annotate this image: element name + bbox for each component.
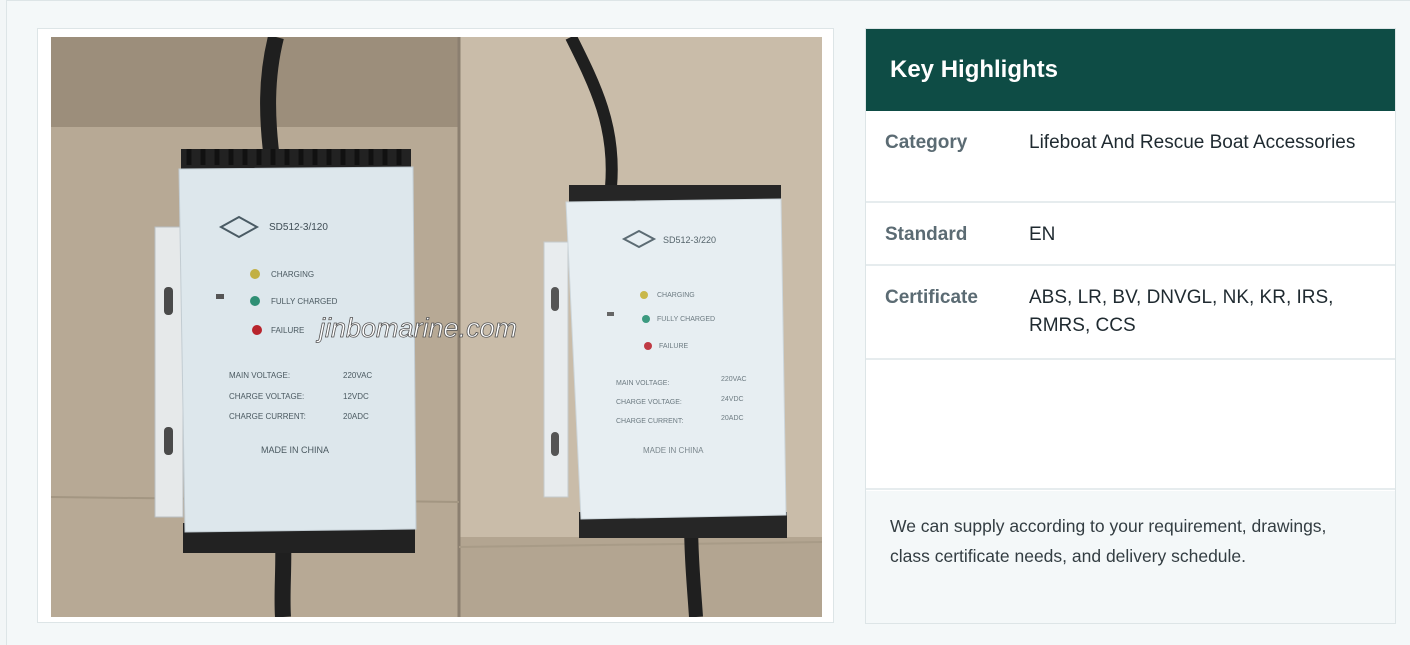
- left-led-failure: FAILURE: [271, 326, 304, 335]
- left-led-charging: CHARGING: [271, 270, 314, 279]
- left-spec-label-2: CHARGE VOLTAGE:: [229, 392, 304, 401]
- supply-note: We can supply according to your requirem…: [866, 491, 1395, 623]
- highlight-label: Standard: [885, 224, 968, 245]
- highlight-row-empty: [866, 360, 1395, 490]
- right-led-full: FULLY CHARGED: [657, 316, 715, 323]
- highlight-value: Lifeboat And Rescue Boat Accessories: [1029, 132, 1356, 153]
- product-photo[interactable]: SD512-3/120 CHARGING FULLY CHARGED FAILU…: [51, 37, 822, 617]
- right-spec-value-1: 220VAC: [721, 376, 747, 383]
- highlight-value: ABS, LR, BV, DNVGL, NK, KR, IRS, RMRS, C…: [1029, 287, 1334, 336]
- left-spec-value-2: 12VDC: [343, 392, 369, 401]
- right-spec-label-1: MAIN VOLTAGE:: [616, 380, 669, 387]
- right-spec-label-2: CHARGE VOLTAGE:: [616, 399, 682, 406]
- left-spec-label-1: MAIN VOLTAGE:: [229, 371, 290, 380]
- right-spec-label-3: CHARGE CURRENT:: [616, 418, 683, 425]
- right-spec-value-2: 24VDC: [721, 396, 744, 403]
- right-led-charging: CHARGING: [657, 292, 695, 299]
- charger-photo-illustration: SD512-3/120 CHARGING FULLY CHARGED FAILU…: [51, 37, 822, 617]
- watermark-text: jinbomarine.com: [315, 313, 517, 343]
- highlight-label: Certificate: [885, 287, 978, 308]
- highlight-label: Category: [885, 132, 968, 153]
- left-origin: MADE IN CHINA: [261, 445, 329, 455]
- left-spec-value-3: 20ADC: [343, 412, 369, 421]
- right-led-failure: FAILURE: [659, 343, 689, 350]
- right-origin: MADE IN CHINA: [643, 446, 704, 455]
- left-unit-model: SD512-3/120: [269, 222, 328, 233]
- highlight-row-standard: Standard EN: [866, 203, 1395, 266]
- page: SD512-3/120 CHARGING FULLY CHARGED FAILU…: [0, 0, 1410, 645]
- highlight-row-category: Category Lifeboat And Rescue Boat Access…: [866, 111, 1395, 203]
- highlight-row-certificate: Certificate ABS, LR, BV, DNVGL, NK, KR, …: [866, 266, 1395, 360]
- right-spec-value-3: 20ADC: [721, 415, 744, 422]
- highlight-value: EN: [1029, 224, 1056, 245]
- right-unit-model: SD512-3/220: [663, 235, 716, 245]
- product-image-card: SD512-3/120 CHARGING FULLY CHARGED FAILU…: [37, 28, 834, 623]
- left-spec-value-1: 220VAC: [343, 371, 372, 380]
- key-highlights-title: Key Highlights: [866, 29, 1395, 111]
- left-led-full: FULLY CHARGED: [271, 297, 338, 306]
- key-highlights-panel: Key Highlights Category Lifeboat And Res…: [865, 28, 1396, 624]
- product-section: SD512-3/120 CHARGING FULLY CHARGED FAILU…: [6, 0, 1410, 645]
- left-spec-label-3: CHARGE CURRENT:: [229, 412, 306, 421]
